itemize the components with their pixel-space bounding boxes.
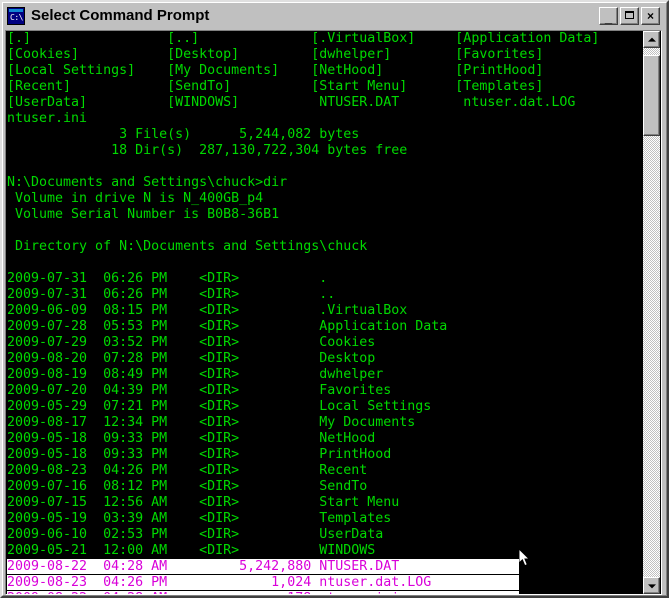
console-line-selected: 2009-08-22 04:28 AM 178 ntuser.ini: [7, 591, 643, 594]
console-line-text: 2009-05-29 07:21 PM <DIR> Local Settings: [7, 399, 432, 414]
console-line: 2009-07-15 12:56 AM <DIR> Start Menu: [7, 495, 643, 511]
console-line-text: 2009-05-19 03:39 AM <DIR> Templates: [7, 511, 392, 526]
console-line: [UserData] [WINDOWS] NTUSER.DAT ntuser.d…: [7, 95, 643, 111]
console-line: 2009-07-31 06:26 PM <DIR> .: [7, 271, 643, 287]
maximize-label: [621, 8, 638, 24]
console-line: Volume in drive N is N_400GB_p4: [7, 191, 643, 207]
icon-titlebar-strip: [9, 8, 23, 12]
console-line-text: 2009-05-18 09:33 PM <DIR> NetHood: [7, 431, 376, 446]
console-line-text: N:\Documents and Settings\chuck>dir: [7, 175, 288, 190]
console-selection-text: 2009-08-23 04:26 PM 1,024 ntuser.dat.LOG: [7, 575, 520, 590]
window-controls: _ ×: [599, 6, 660, 25]
window-title: Select Command Prompt: [31, 7, 210, 24]
console-line: Volume Serial Number is B0B8-36B1: [7, 207, 643, 223]
console-line: 2009-07-31 06:26 PM <DIR> ..: [7, 287, 643, 303]
console-line-text: 2009-06-09 08:15 PM <DIR> .VirtualBox: [7, 303, 408, 318]
console-line-text: Volume Serial Number is B0B8-36B1: [7, 207, 280, 222]
console-line-text: 2009-07-31 06:26 PM <DIR> ..: [7, 287, 336, 302]
console-line-text: 2009-07-29 03:52 PM <DIR> Cookies: [7, 335, 376, 350]
console-line-text: 2009-07-31 06:26 PM <DIR> .: [7, 271, 328, 286]
console-line: Directory of N:\Documents and Settings\c…: [7, 239, 643, 255]
console-line: 2009-06-09 08:15 PM <DIR> .VirtualBox: [7, 303, 643, 319]
console-line-text: 2009-07-16 08:12 PM <DIR> SendTo: [7, 479, 368, 494]
vertical-scrollbar[interactable]: [643, 31, 660, 594]
console-line: N:\Documents and Settings\chuck>dir: [7, 175, 643, 191]
console-text-buffer[interactable]: [.] [..] [.VirtualBox] [Application Data…: [7, 31, 643, 594]
console-line: 2009-07-20 04:39 PM <DIR> Favorites: [7, 383, 643, 399]
console-line-text: 2009-07-28 05:53 PM <DIR> Application Da…: [7, 319, 448, 334]
console-line: 2009-05-18 09:33 PM <DIR> PrintHood: [7, 447, 643, 463]
console-line-text: 2009-05-21 12:00 AM <DIR> WINDOWS: [7, 543, 376, 558]
command-prompt-icon[interactable]: C:\: [7, 6, 25, 25]
console-line-text: 2009-05-18 09:33 PM <DIR> PrintHood: [7, 447, 392, 462]
scroll-up-button[interactable]: [643, 31, 660, 48]
console-line: ntuser.ini: [7, 111, 643, 127]
console-line-selected: 2009-08-22 04:28 AM 5,242,880 NTUSER.DAT: [7, 559, 643, 575]
console-line: 2009-08-19 08:49 PM <DIR> dwhelper: [7, 367, 643, 383]
console-line: 2009-06-10 02:53 PM <DIR> UserData: [7, 527, 643, 543]
console-line-text: ntuser.ini: [7, 111, 88, 126]
console-line: 2009-05-21 12:00 AM <DIR> WINDOWS: [7, 543, 643, 559]
console-line-text: 2009-08-20 07:28 PM <DIR> Desktop: [7, 351, 376, 366]
console-line-text: 2009-08-19 08:49 PM <DIR> dwhelper: [7, 367, 384, 382]
console-line-text: [Cookies] [Desktop] [dwhelper] [Favorite…: [7, 47, 544, 62]
scrollbar-thumb[interactable]: [643, 55, 660, 136]
console-line-text: [UserData] [WINDOWS] NTUSER.DAT ntuser.d…: [7, 95, 576, 110]
console-line-text: 2009-07-20 04:39 PM <DIR> Favorites: [7, 383, 392, 398]
console-line: [Recent] [SendTo] [Start Menu] [Template…: [7, 79, 643, 95]
console-line-text: [Recent] [SendTo] [Start Menu] [Template…: [7, 79, 544, 94]
console-line: 18 Dir(s) 287,130,722,304 bytes free: [7, 143, 643, 159]
minimize-icon: _: [604, 9, 613, 25]
console-line: 2009-08-20 07:28 PM <DIR> Desktop: [7, 351, 643, 367]
close-icon: ×: [646, 8, 654, 23]
maximize-button[interactable]: [620, 6, 639, 25]
console-line: 2009-05-19 03:39 AM <DIR> Templates: [7, 511, 643, 527]
console-line: 2009-05-29 07:21 PM <DIR> Local Settings: [7, 399, 643, 415]
console-line: 2009-07-28 05:53 PM <DIR> Application Da…: [7, 319, 643, 335]
console-line: [Local Settings] [My Documents] [NetHood…: [7, 63, 643, 79]
icon-prompt-text: C:\: [10, 12, 23, 22]
console-line-text: 2009-08-17 12:34 PM <DIR> My Documents: [7, 415, 416, 430]
console-line-text: 2009-08-23 04:26 PM <DIR> Recent: [7, 463, 368, 478]
titlebar[interactable]: C:\ Select Command Prompt _ ×: [3, 3, 664, 28]
console-line: 3 File(s) 5,244,082 bytes: [7, 127, 643, 143]
console-line: [Cookies] [Desktop] [dwhelper] [Favorite…: [7, 47, 643, 63]
scroll-up-arrow-icon: [647, 37, 656, 42]
console-line: [.] [..] [.VirtualBox] [Application Data…: [7, 31, 643, 47]
console-line-text: 3 File(s) 5,244,082 bytes: [7, 127, 360, 142]
scroll-down-arrow-icon: [647, 583, 656, 588]
console-line-text: [Local Settings] [My Documents] [NetHood…: [7, 63, 544, 78]
console-line: 2009-07-16 08:12 PM <DIR> SendTo: [7, 479, 643, 495]
console-line-text: 2009-06-10 02:53 PM <DIR> UserData: [7, 527, 384, 542]
console-line-text: 18 Dir(s) 287,130,722,304 bytes free: [7, 143, 408, 158]
console-line-text: 2009-07-15 12:56 AM <DIR> Start Menu: [7, 495, 400, 510]
console-line-text: Directory of N:\Documents and Settings\c…: [7, 239, 368, 254]
console-line: 2009-07-29 03:52 PM <DIR> Cookies: [7, 335, 643, 351]
close-button[interactable]: ×: [641, 6, 660, 25]
console-selection-text: 2009-08-22 04:28 AM 5,242,880 NTUSER.DAT: [7, 559, 520, 574]
console-line-selected: 2009-08-23 04:26 PM 1,024 ntuser.dat.LOG: [7, 575, 643, 591]
console-line-text: [.] [..] [.VirtualBox] [Application Data…: [7, 31, 600, 46]
console-line: 2009-05-18 09:33 PM <DIR> NetHood: [7, 431, 643, 447]
command-prompt-window: C:\ Select Command Prompt _ × [.] [..] […: [0, 0, 669, 598]
console-line: 2009-08-17 12:34 PM <DIR> My Documents: [7, 415, 643, 431]
console-line: 2009-08-23 04:26 PM <DIR> Recent: [7, 463, 643, 479]
minimize-button[interactable]: _: [599, 6, 618, 25]
console-line-text: Volume in drive N is N_400GB_p4: [7, 191, 264, 206]
console-client-area[interactable]: [.] [..] [.VirtualBox] [Application Data…: [5, 30, 662, 595]
scroll-down-button[interactable]: [643, 577, 660, 594]
console-selection-text: 2009-08-22 04:28 AM 178 ntuser.ini: [7, 591, 520, 594]
